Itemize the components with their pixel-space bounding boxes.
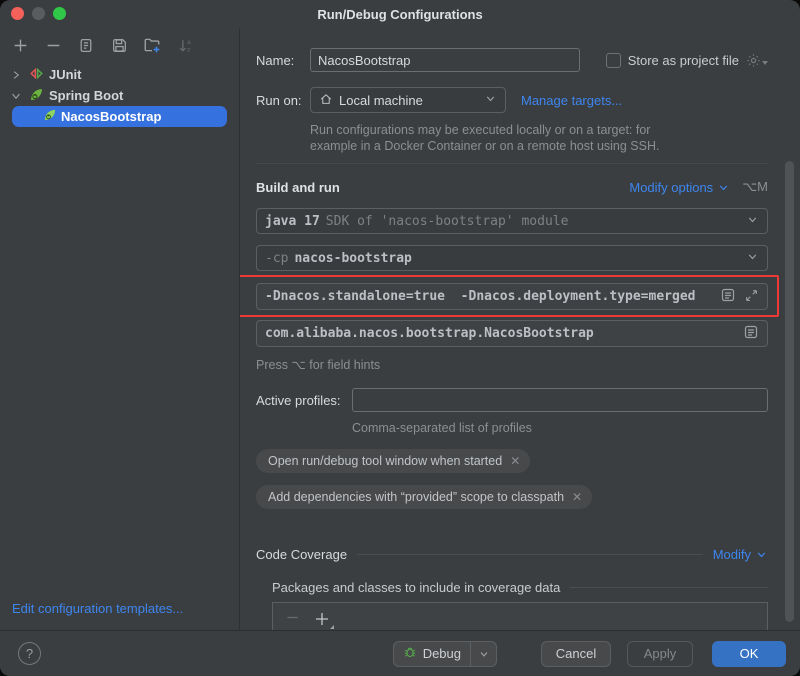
name-label: Name: <box>256 53 310 68</box>
spring-boot-icon <box>43 108 57 125</box>
close-icon[interactable]: ✕ <box>510 454 520 468</box>
add-icon[interactable] <box>10 35 30 55</box>
jdk-select[interactable]: java 17 SDK of 'nacos-bootstrap' module <box>256 208 768 234</box>
run-on-select[interactable]: Local machine <box>310 87 506 113</box>
classpath-prefix: -cp <box>265 251 288 266</box>
coverage-modify-link[interactable]: Modify <box>713 547 751 562</box>
active-profiles-label: Active profiles: <box>256 393 352 408</box>
tree-item-nacosbootstrap-selected[interactable]: NacosBootstrap <box>12 106 227 127</box>
tree-item-label: Spring Boot <box>49 88 123 103</box>
traffic-lights <box>11 7 66 20</box>
tree-item-label: NacosBootstrap <box>61 109 161 124</box>
cancel-button[interactable]: Cancel <box>541 641 611 667</box>
active-profiles-hint: Comma-separated list of profiles <box>352 421 768 435</box>
close-icon[interactable]: ✕ <box>572 490 582 504</box>
apply-button[interactable]: Apply <box>627 641 693 667</box>
section-separator <box>256 163 768 164</box>
window-title: Run/Debug Configurations <box>317 7 482 22</box>
close-window-button[interactable] <box>11 7 24 20</box>
remove-icon[interactable] <box>43 35 63 55</box>
jdk-primary: java 17 <box>265 214 320 229</box>
macro-list-icon[interactable] <box>720 287 736 306</box>
run-debug-configurations-dialog: Run/Debug Configurations <box>0 0 800 676</box>
svg-text:z: z <box>187 46 190 53</box>
run-on-label: Run on: <box>256 93 310 108</box>
chevron-right-icon[interactable] <box>8 69 24 81</box>
add-icon[interactable] <box>314 611 330 627</box>
sidebar-toolbar: a z <box>0 28 239 60</box>
sort-alphabetically-icon[interactable]: a z <box>175 35 195 55</box>
ok-button[interactable]: OK <box>712 641 786 667</box>
bug-icon <box>403 645 417 662</box>
tree-item-junit[interactable]: JUnit <box>0 64 239 85</box>
separator-line <box>357 554 703 555</box>
macro-list-icon[interactable] <box>743 324 759 343</box>
main-class-input[interactable]: com.alibaba.nacos.bootstrap.NacosBootstr… <box>256 320 768 347</box>
name-input[interactable] <box>310 48 580 72</box>
help-button[interactable]: ? <box>18 642 41 665</box>
copy-icon[interactable] <box>76 35 96 55</box>
spring-boot-icon <box>29 87 44 105</box>
modify-options-shortcut: ⌥M <box>742 179 768 195</box>
scrollbar-thumb[interactable] <box>785 161 794 622</box>
configurations-tree: JUnit Spring Boot <box>0 64 239 127</box>
expand-field-icon[interactable] <box>744 288 759 306</box>
svg-text:a: a <box>187 38 191 45</box>
chevron-down-icon <box>717 181 730 194</box>
save-icon[interactable] <box>109 35 129 55</box>
chevron-down-icon <box>484 92 497 108</box>
vm-options-value: -Dnacos.standalone=true -Dnacos.deployme… <box>265 289 695 304</box>
title-bar: Run/Debug Configurations <box>0 0 800 28</box>
debug-button-label: Debug <box>423 646 461 661</box>
run-on-help-text: Run configurations may be executed local… <box>310 122 768 154</box>
dialog-footer: ? Debug <box>0 630 800 676</box>
home-icon <box>319 92 333 109</box>
minimize-window-button <box>32 7 45 20</box>
run-on-value: Local machine <box>339 93 423 108</box>
coverage-subtitle: Packages and classes to include in cover… <box>272 580 560 595</box>
store-as-project-file-label: Store as project file <box>628 53 739 68</box>
build-and-run-title: Build and run <box>256 180 340 195</box>
chevron-down-icon[interactable] <box>8 90 24 102</box>
dropdown-corner-icon <box>330 625 334 629</box>
remove-icon[interactable] <box>285 610 300 628</box>
classpath-module-select[interactable]: -cp nacos-bootstrap <box>256 245 768 271</box>
option-tag-label: Add dependencies with “provided” scope t… <box>268 490 564 504</box>
chevron-down-icon[interactable] <box>471 642 496 666</box>
option-tag[interactable]: Open run/debug tool window when started … <box>256 449 530 473</box>
coverage-packages-panel <box>272 602 768 630</box>
configuration-editor-panel: Name: Store as project file Run <box>240 28 800 630</box>
manage-targets-link[interactable]: Manage targets... <box>521 93 622 108</box>
modify-options-link[interactable]: Modify options <box>629 180 713 195</box>
debug-button[interactable]: Debug <box>393 641 497 667</box>
option-tag[interactable]: Add dependencies with “provided” scope t… <box>256 485 592 509</box>
new-folder-icon[interactable] <box>142 35 162 55</box>
chevron-down-icon <box>746 250 759 266</box>
tree-item-spring-boot[interactable]: Spring Boot <box>0 85 239 106</box>
zoom-window-button[interactable] <box>53 7 66 20</box>
main-class-value: com.alibaba.nacos.bootstrap.NacosBootstr… <box>265 326 594 341</box>
active-profiles-input[interactable] <box>352 388 768 412</box>
separator-line <box>570 587 768 588</box>
dropdown-triangle-icon <box>762 61 768 65</box>
configurations-sidebar: a z JUnit <box>0 28 240 630</box>
classpath-value: nacos-bootstrap <box>294 251 411 266</box>
code-coverage-title: Code Coverage <box>256 547 347 562</box>
store-as-project-file-checkbox[interactable] <box>606 53 621 68</box>
field-hints-text: Press ⌥ for field hints <box>256 357 768 372</box>
tree-item-label: JUnit <box>49 67 82 82</box>
gear-icon[interactable] <box>746 53 768 68</box>
junit-icon <box>29 66 44 84</box>
edit-configuration-templates-link[interactable]: Edit configuration templates... <box>0 591 239 630</box>
option-tag-label: Open run/debug tool window when started <box>268 454 502 468</box>
chevron-down-icon <box>746 213 759 229</box>
jdk-secondary: SDK of 'nacos-bootstrap' module <box>326 214 569 229</box>
chevron-down-icon <box>755 548 768 561</box>
vm-options-input[interactable]: -Dnacos.standalone=true -Dnacos.deployme… <box>256 283 768 310</box>
